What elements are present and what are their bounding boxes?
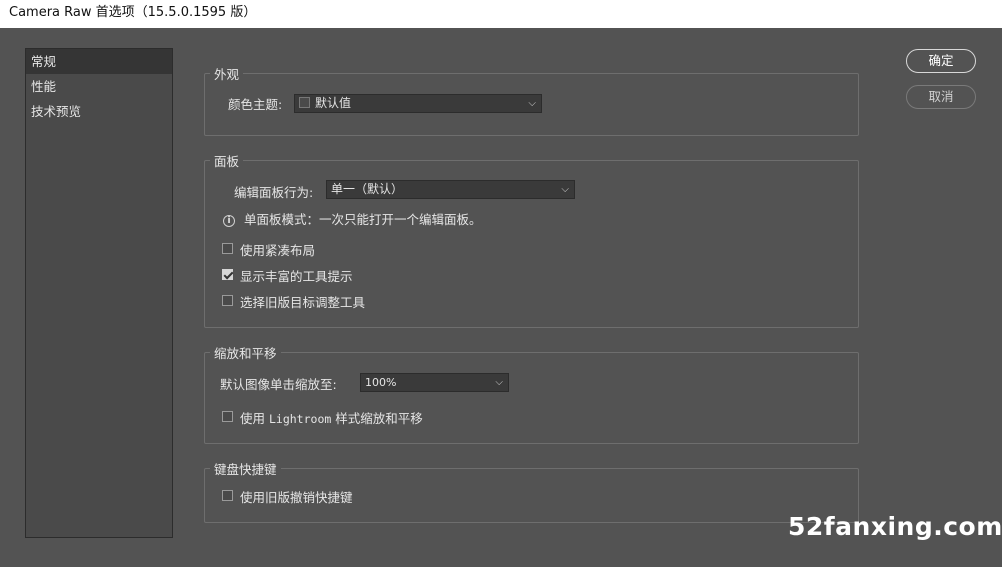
panel-behavior-label: 编辑面板行为:: [234, 185, 314, 200]
zoom-pan-legend: 缩放和平移: [214, 346, 277, 361]
sidebar-item-general[interactable]: 常规: [26, 49, 172, 74]
cancel-button[interactable]: 取消: [906, 85, 976, 109]
lightroom-label-name: Lightroom: [268, 412, 332, 426]
lightroom-label-prefix: 使用: [240, 411, 269, 426]
rich-tooltips-checkbox[interactable]: [222, 269, 233, 280]
window-title: Camera Raw 首选项（15.5.0.1595 版）: [9, 5, 257, 20]
window-title-bar: Camera Raw 首选项（15.5.0.1595 版）: [0, 0, 1002, 28]
lightroom-label-suffix: 样式缩放和平移: [331, 411, 423, 426]
theme-swatch: [299, 97, 310, 108]
panel-behavior-value: 单一（默认）: [331, 182, 404, 196]
chevron-down-icon: ⌵: [561, 184, 569, 195]
default-zoom-label: 默认图像单击缩放至:: [220, 377, 337, 392]
legacy-targeted-adjustment-label: 选择旧版目标调整工具: [240, 295, 366, 310]
theme-label: 颜色主题:: [228, 97, 283, 112]
theme-select[interactable]: 默认值 ⌵: [294, 94, 542, 113]
lightroom-style-zoom-label: 使用 Lightroom 样式缩放和平移: [240, 408, 423, 427]
legacy-targeted-adjustment-checkbox[interactable]: [222, 295, 233, 306]
ok-button[interactable]: 确定: [906, 49, 976, 73]
preferences-sidebar: 常规 性能 技术预览: [25, 48, 173, 538]
sidebar-item-performance[interactable]: 性能: [26, 74, 172, 99]
watermark: 52fanxing.com: [788, 512, 1002, 541]
chevron-down-icon: ⌵: [528, 98, 536, 109]
rich-tooltips-label: 显示丰富的工具提示: [240, 269, 353, 284]
default-zoom-value: 100%: [365, 376, 397, 389]
theme-value: 默认值: [315, 96, 352, 110]
sidebar-item-technology-previews[interactable]: 技术预览: [26, 99, 172, 124]
single-panel-info-text: 单面板模式：一次只能打开一个编辑面板。: [244, 212, 482, 227]
zoom-pan-group: 缩放和平移: [204, 343, 859, 444]
legacy-undo-shortcuts-label: 使用旧版撤销快捷键: [240, 490, 353, 505]
chevron-down-icon: ⌵: [495, 377, 503, 388]
keyboard-shortcuts-legend: 键盘快捷键: [214, 462, 277, 477]
compact-layout-label: 使用紧凑布局: [240, 243, 316, 258]
default-zoom-select[interactable]: 100% ⌵: [360, 373, 509, 392]
panel-behavior-select[interactable]: 单一（默认） ⌵: [326, 180, 575, 199]
lightroom-style-zoom-checkbox[interactable]: [222, 411, 233, 422]
legacy-undo-shortcuts-checkbox[interactable]: [222, 490, 233, 501]
compact-layout-checkbox[interactable]: [222, 243, 233, 254]
appearance-legend: 外观: [214, 67, 240, 82]
info-icon: i: [223, 215, 235, 227]
panels-legend: 面板: [214, 154, 240, 169]
